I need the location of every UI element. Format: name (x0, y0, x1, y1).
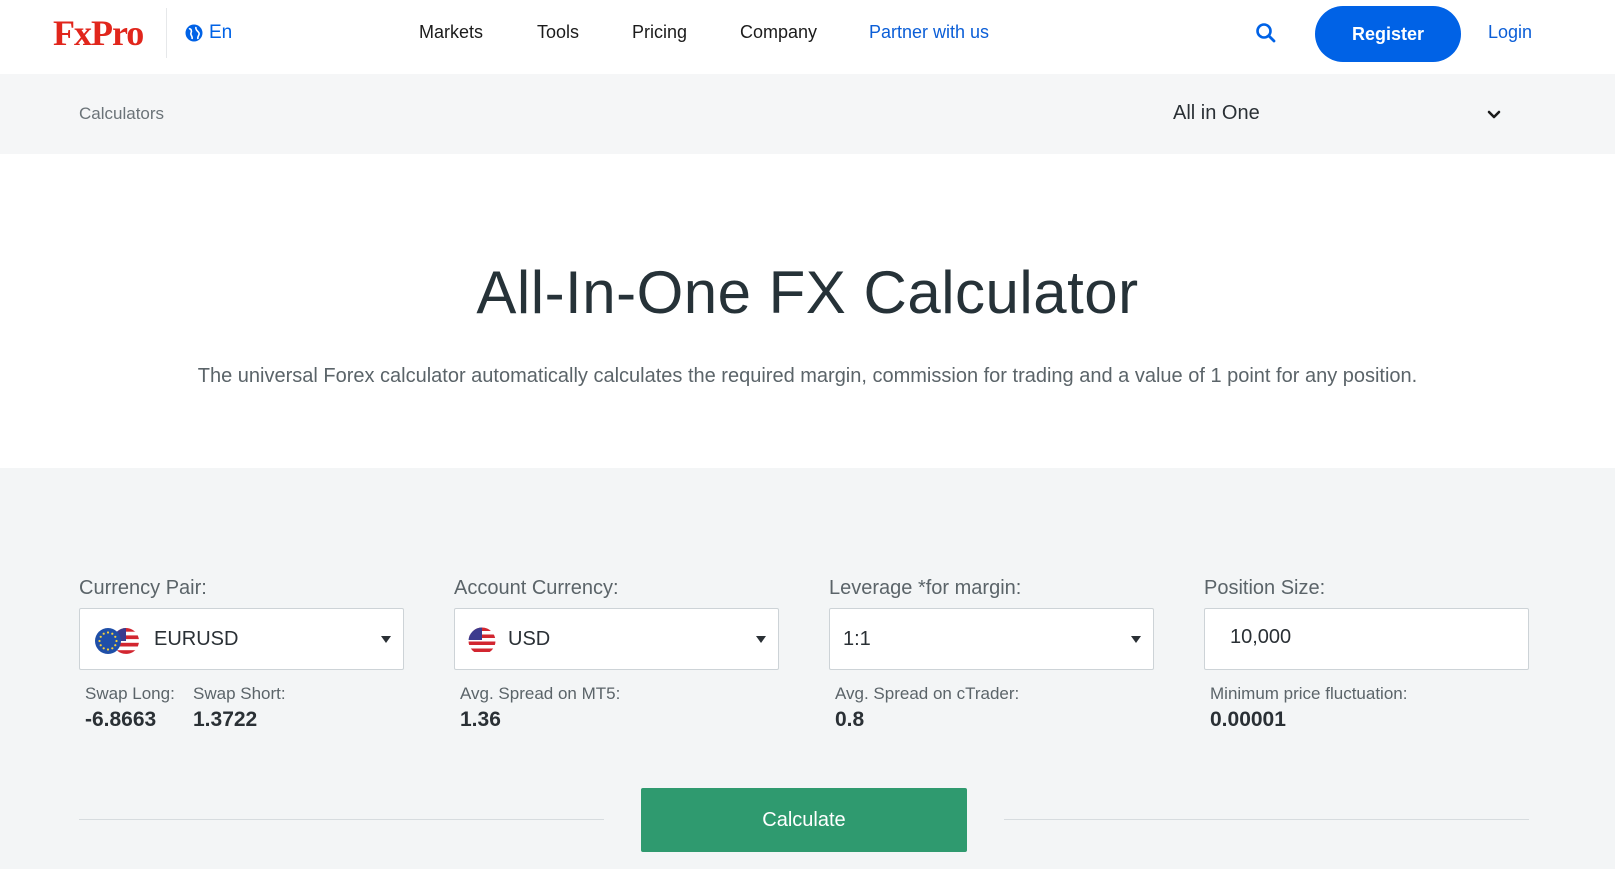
nav-partner-with-us[interactable]: Partner with us (869, 22, 989, 43)
spread-mt5-label: Avg. Spread on MT5: (460, 684, 621, 703)
breadcrumb-calculators[interactable]: Calculators (79, 104, 164, 124)
position-size-label: Position Size: (1204, 577, 1326, 599)
spread-ctrader-label: Avg. Spread on cTrader: (835, 684, 1020, 703)
account-currency-label: Account Currency: (454, 577, 619, 599)
calculate-button[interactable]: Calculate (641, 788, 967, 852)
position-size-value: 10,000 (1230, 626, 1292, 648)
currency-pair-value: EURUSD (154, 628, 239, 650)
account-currency-value: USD (508, 628, 551, 650)
nav-tools[interactable]: Tools (537, 22, 579, 43)
min-price-fluctuation-label: Minimum price fluctuation: (1210, 684, 1408, 703)
calculators-bar: Calculators All in One (0, 74, 1615, 154)
eu-us-flag-icon (95, 628, 139, 654)
account-currency-select[interactable]: USD (454, 608, 779, 670)
spread-ctrader-value: 0.8 (835, 708, 865, 731)
leverage-select[interactable]: 1:1 (829, 608, 1154, 670)
search-icon (1256, 23, 1276, 43)
language-selector[interactable]: En (185, 22, 232, 44)
currency-pair-label: Currency Pair: (79, 577, 207, 599)
leverage-value: 1:1 (843, 628, 871, 650)
calculator-type-select[interactable]: All in One (1173, 102, 1260, 125)
dropdown-caret-icon (381, 636, 391, 643)
register-button[interactable]: Register (1315, 6, 1461, 62)
dropdown-caret-icon (1131, 636, 1141, 643)
leverage-label: Leverage *for margin: (829, 577, 1022, 599)
swap-short-label: Swap Short: (193, 684, 286, 703)
nav-markets[interactable]: Markets (419, 22, 483, 43)
swap-long-label: Swap Long: (85, 684, 175, 703)
us-flag-icon (468, 627, 496, 655)
nav-pricing[interactable]: Pricing (632, 22, 687, 43)
currency-pair-select[interactable]: EURUSD (79, 608, 404, 670)
globe-icon (185, 24, 203, 42)
divider-right (1004, 819, 1529, 820)
page-description: The universal Forex calculator automatic… (197, 365, 1418, 387)
min-price-fluctuation-value: 0.00001 (1210, 708, 1286, 731)
chevron-down-icon[interactable] (1487, 110, 1501, 120)
login-link[interactable]: Login (1488, 22, 1532, 43)
dropdown-caret-icon (756, 636, 766, 643)
language-label: En (209, 22, 233, 43)
swap-long-value: -6.8663 (85, 708, 157, 731)
search-button[interactable] (1255, 22, 1277, 49)
page-title: All-In-One FX Calculator (476, 259, 1139, 326)
spread-mt5-value: 1.36 (460, 708, 501, 731)
header-divider (166, 8, 167, 58)
divider-left (79, 819, 604, 820)
fxpro-logo[interactable]: FxPro (53, 12, 144, 54)
nav-company[interactable]: Company (740, 22, 817, 43)
site-header: FxPro En Markets Tools Pricing Company P… (0, 0, 1615, 74)
swap-short-value: 1.3722 (193, 708, 258, 731)
position-size-input[interactable]: 10,000 (1204, 608, 1529, 670)
